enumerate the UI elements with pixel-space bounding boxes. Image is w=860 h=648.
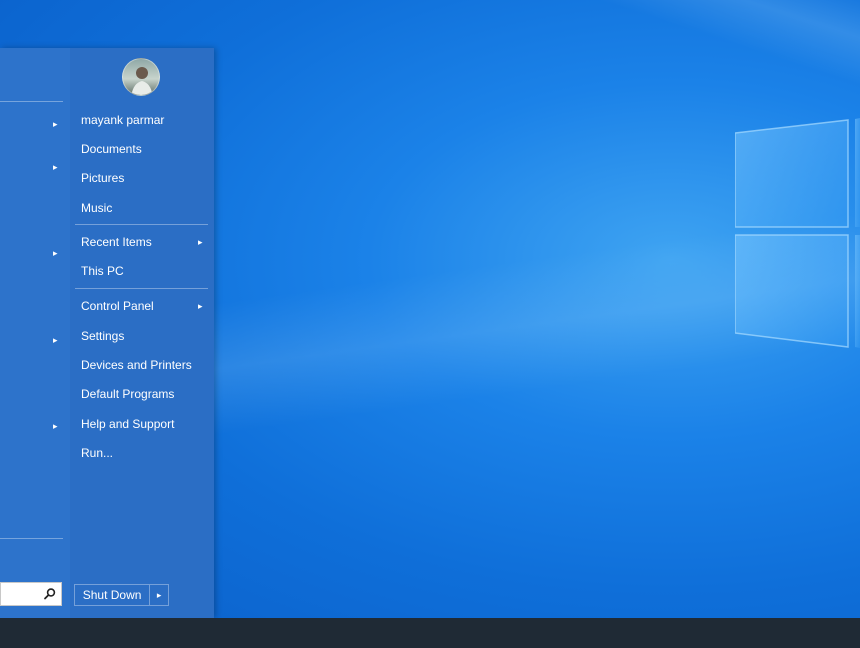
menu-item-label: Settings [81, 329, 125, 343]
menu-item-label: Control Panel [81, 299, 154, 313]
menu-item-label: Documents [81, 142, 142, 156]
taskbar [0, 618, 860, 648]
menu-item-help-and-support[interactable]: Help and Support [81, 416, 174, 432]
menu-item-label: Devices and Printers [81, 358, 192, 372]
places-pane: mayank parmar Documents Pictures Music R… [70, 48, 214, 618]
shutdown-control: Shut Down ▸ [74, 584, 169, 606]
menu-item-label: Recent Items [81, 235, 152, 249]
separator [0, 538, 63, 539]
menu-item-music[interactable]: Music [81, 200, 112, 216]
submenu-arrow-icon[interactable]: ▸ [53, 162, 58, 172]
menu-item-this-pc[interactable]: This PC [81, 263, 124, 279]
submenu-arrow-icon: ▸ [198, 301, 203, 311]
search-input[interactable] [1, 583, 41, 605]
separator [0, 101, 63, 102]
menu-item-label: Pictures [81, 171, 125, 185]
search-box[interactable] [0, 582, 62, 606]
menu-item-documents[interactable]: Documents [81, 141, 142, 157]
programs-pane: ▸ ▸ ▸ ▸ ▸ [0, 48, 70, 618]
menu-item-label: Music [81, 201, 113, 215]
submenu-arrow-icon[interactable]: ▸ [53, 335, 58, 345]
menu-item-devices-and-printers[interactable]: Devices and Printers [81, 357, 192, 373]
shutdown-options-arrow-icon[interactable]: ▸ [150, 585, 168, 605]
submenu-arrow-icon[interactable]: ▸ [53, 248, 58, 258]
menu-item-default-programs[interactable]: Default Programs [81, 386, 174, 402]
menu-item-settings[interactable]: Settings [81, 328, 124, 344]
start-menu: ▸ ▸ ▸ ▸ ▸ mayank parmar Documents Pictur… [0, 48, 214, 618]
menu-item-run[interactable]: Run... [81, 445, 113, 461]
user-avatar[interactable] [122, 58, 160, 96]
magnifier-icon[interactable] [43, 587, 57, 601]
menu-item-label: Default Programs [81, 387, 175, 401]
menu-item-pictures[interactable]: Pictures [81, 170, 124, 186]
windows-logo [735, 115, 860, 350]
menu-item-label: Run... [81, 446, 114, 460]
submenu-arrow-icon[interactable]: ▸ [53, 119, 58, 129]
separator [75, 224, 208, 225]
desktop-light-ray [555, 0, 860, 110]
shutdown-button[interactable]: Shut Down [75, 585, 151, 605]
user-name-link[interactable]: mayank parmar [81, 112, 164, 128]
menu-item-label: Help and Support [81, 417, 175, 431]
separator [75, 288, 208, 289]
menu-item-control-panel[interactable]: Control Panel ▸ [81, 298, 203, 314]
menu-item-label: This PC [81, 264, 124, 278]
submenu-arrow-icon: ▸ [198, 237, 203, 247]
menu-item-recent-items[interactable]: Recent Items ▸ [81, 234, 203, 250]
submenu-arrow-icon[interactable]: ▸ [53, 421, 58, 431]
